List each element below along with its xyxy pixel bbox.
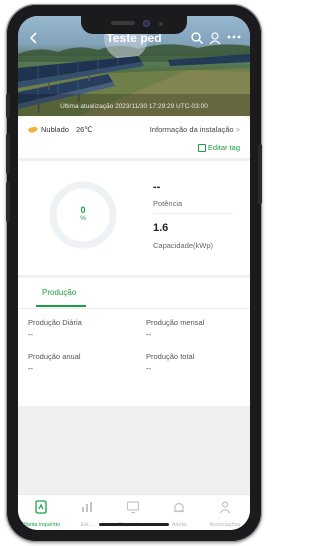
camera	[143, 20, 150, 27]
notch	[81, 14, 187, 34]
capacity-label: Capacidade(kWp)	[153, 241, 214, 250]
weather-temperature: 26℃	[75, 125, 93, 134]
home-indicator[interactable]	[99, 523, 169, 526]
total-production-label: Produção total	[146, 352, 195, 361]
edit-icon	[197, 143, 206, 152]
info-card: Nublado 26℃ Informação da instalação > Ed…	[18, 116, 250, 158]
monthly-production-label: Produção mensal	[146, 318, 205, 327]
cloudy-weather-icon	[28, 126, 38, 133]
stats-card: 0 % -- Potência 1.6 Capacidade(kWp)	[18, 161, 250, 275]
capacity-value: 1.6	[153, 222, 169, 234]
nav-item-plant[interactable]: Planta inquérito	[18, 500, 64, 528]
last-update-text: Última atualização 2023/11/30 17:29:29 U…	[60, 103, 208, 110]
search-icon[interactable]	[190, 31, 204, 45]
weather-info: Nublado 26℃	[28, 125, 93, 134]
volume-down-button	[6, 182, 10, 222]
alert-icon	[174, 502, 184, 513]
installation-info-label: Informação da instalação	[149, 125, 234, 134]
chevron-right-icon: >	[235, 125, 240, 134]
phone-frame: Teste ped Última atualização 2023/11/30 …	[6, 4, 262, 542]
divider	[153, 213, 233, 214]
divider	[18, 308, 250, 309]
tab-indicator	[36, 305, 86, 307]
volume-up-button	[6, 134, 10, 174]
nav-label: Planta inquérito	[21, 522, 61, 528]
empty-area	[18, 406, 250, 494]
power-ratio-value: 0	[80, 205, 86, 215]
devices-icon	[126, 501, 140, 514]
power-button	[258, 144, 262, 204]
installation-info-link[interactable]: Informação da instalação >	[150, 125, 240, 134]
speaker	[111, 21, 135, 25]
nav-item-associations[interactable]: Associações	[202, 500, 248, 528]
power-label: Potência	[153, 199, 183, 208]
power-ratio-unit: %	[80, 215, 86, 222]
associations-icon	[219, 501, 231, 514]
monthly-production-value: --	[146, 330, 151, 339]
production-card: Produção Produção Diária -- Produção men…	[18, 278, 250, 406]
edit-tag-button[interactable]: Editar tag	[197, 143, 240, 152]
power-value: --	[153, 181, 161, 193]
mute-switch	[6, 94, 10, 118]
sensor	[159, 22, 163, 26]
share-icon[interactable]	[208, 31, 222, 45]
edit-tag-label: Editar tag	[207, 143, 240, 152]
more-options-icon[interactable]	[226, 30, 242, 44]
daily-production-label: Produção Diária	[28, 318, 82, 327]
annual-production-label: Produção anual	[28, 352, 81, 361]
daily-production-value: --	[28, 330, 33, 339]
nav-label: Associações	[209, 522, 241, 528]
total-production-value: --	[146, 364, 151, 373]
screen: Teste ped Última atualização 2023/11/30 …	[18, 16, 250, 530]
plant-icon	[35, 500, 47, 514]
tab-production[interactable]: Produção	[42, 288, 76, 297]
stats-icon	[82, 502, 92, 512]
annual-production-value: --	[28, 364, 33, 373]
weather-condition: Nublado	[41, 125, 69, 134]
